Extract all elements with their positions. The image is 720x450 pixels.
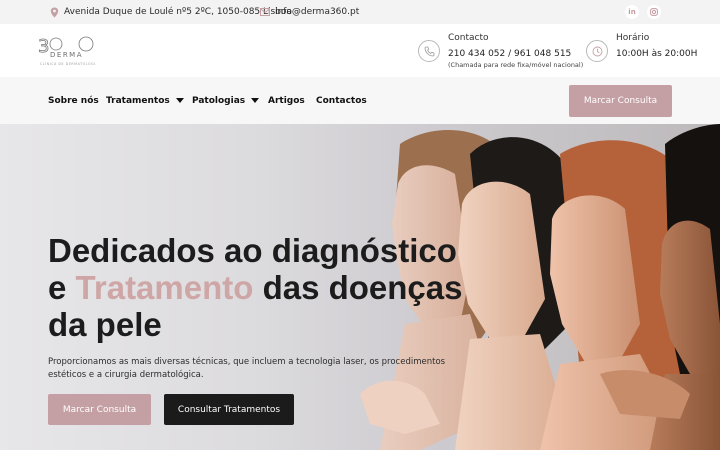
nav-item-artigos[interactable]: Artigos	[268, 77, 305, 124]
chevron-down-icon	[175, 98, 184, 103]
main-nav: Sobre nós Tratamentos Patologias Artigos…	[0, 77, 720, 124]
email-link[interactable]: info@derma360.pt	[275, 7, 359, 17]
clock-icon	[586, 40, 608, 62]
email-item[interactable]: info@derma360.pt	[259, 0, 359, 24]
svg-text:DERMA: DERMA	[50, 51, 83, 59]
instagram-icon[interactable]	[647, 5, 661, 19]
nav-item-patologias[interactable]: Patologias	[192, 77, 260, 124]
address-text: Avenida Duque de Loulé nº5 2ºC, 1050-085…	[64, 7, 292, 17]
nav-item-sobre-nos[interactable]: Sobre nós	[48, 77, 99, 124]
chevron-down-icon	[251, 98, 260, 103]
site-header: 3 DERMA CLÍNICA DE DERMATOLOGIA Contacto…	[0, 24, 720, 77]
nav-item-contactos[interactable]: Contactos	[316, 77, 367, 124]
top-info-bar: Avenida Duque de Loulé nº5 2ºC, 1050-085…	[0, 0, 720, 24]
hero-book-appointment-button[interactable]: Marcar Consulta	[48, 394, 151, 425]
linkedin-icon[interactable]: in	[625, 5, 639, 19]
nav-item-tratamentos[interactable]: Tratamentos	[106, 77, 184, 124]
contact-note: (Chamada para rede fixa/móvel nacional)	[448, 61, 584, 69]
derma360-logo[interactable]: 3 DERMA CLÍNICA DE DERMATOLOGIA	[38, 32, 99, 68]
address-item: Avenida Duque de Loulé nº5 2ºC, 1050-085…	[48, 0, 292, 24]
hero-treatments-button[interactable]: Consultar Tratamentos	[164, 394, 294, 425]
location-pin-icon	[48, 6, 60, 18]
svg-text:3: 3	[38, 36, 49, 57]
hours-label: Horário	[616, 33, 650, 43]
contact-label: Contacto	[448, 33, 489, 43]
hero-title: Dedicados ao diagnóstico e Tratamento da…	[48, 232, 463, 343]
svg-text:CLÍNICA DE DERMATOLOGIA: CLÍNICA DE DERMATOLOGIA	[40, 61, 96, 66]
hero-section: Dedicados ao diagnóstico e Tratamento da…	[0, 124, 720, 450]
hours-value: 10:00H às 20:00H	[616, 49, 698, 59]
hero-title-accent: Tratamento	[75, 269, 254, 306]
contact-phones[interactable]: 210 434 052 / 961 048 515	[448, 47, 583, 61]
envelope-icon	[259, 6, 271, 18]
hours-info: Horário 10:00H às 20:00H	[586, 32, 697, 62]
nav-book-appointment-button[interactable]: Marcar Consulta	[569, 85, 672, 117]
contact-info: Contacto 210 434 052 / 961 048 515 (Cham…	[418, 32, 583, 70]
hero-description: Proporcionamos as mais diversas técnicas…	[48, 357, 446, 380]
phone-icon	[418, 40, 440, 62]
